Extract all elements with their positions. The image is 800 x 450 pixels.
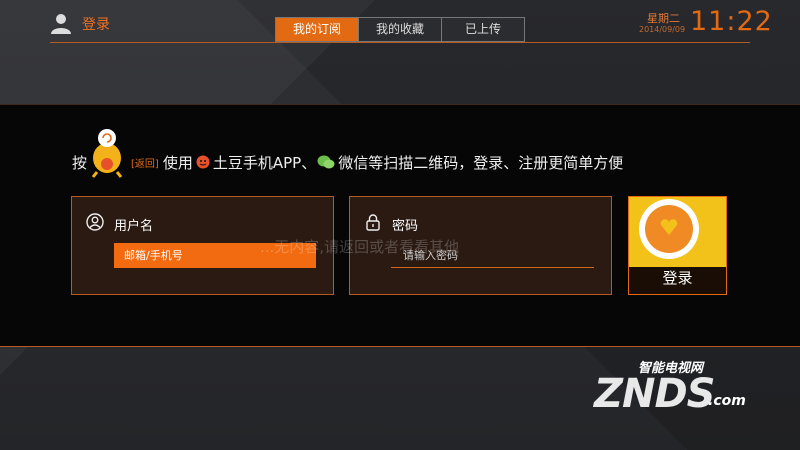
- tab-uploaded[interactable]: 已上传: [442, 18, 524, 41]
- wechat-icon: [317, 155, 335, 169]
- clock: 11:22: [690, 6, 773, 37]
- login-panel: 按 [返回] 使用 土豆手机APP、 微信等扫描二维码，登录、注册更简单方便 用…: [0, 104, 800, 347]
- top-bar: 登录 我的订阅 我的收藏 已上传 星期二 2014/09/09 11:22: [50, 6, 772, 42]
- tudou-icon: [196, 155, 210, 169]
- watermark-logo-text: ZNDS: [594, 371, 715, 417]
- username-label: 用户名: [114, 219, 154, 234]
- login-button-label: 登录: [662, 269, 693, 287]
- znds-watermark: 智能电视网 ZNDS .com: [590, 355, 760, 425]
- instruction-app: 土豆手机APP、: [212, 153, 317, 172]
- date-label: 2014/09/09: [639, 25, 686, 34]
- weekday-label: 星期二: [647, 12, 680, 25]
- login-instruction: 按 [返回] 使用 土豆手机APP、 微信等扫描二维码，登录、注册更简单方便: [72, 129, 624, 178]
- tab-my-subscriptions[interactable]: 我的订阅: [276, 18, 359, 41]
- user-icon[interactable]: [50, 12, 72, 34]
- instruction-use: 使用: [162, 153, 193, 172]
- lock-icon: [366, 214, 380, 231]
- person-outline-icon: [86, 213, 104, 231]
- watermark-domain: .com: [708, 393, 746, 409]
- instruction-prefix: 按: [72, 153, 88, 172]
- tudou-logo-icon: [629, 197, 726, 267]
- header-divider: [50, 42, 750, 43]
- instruction-rest: 微信等扫描二维码，登录、注册更简单方便: [338, 153, 624, 172]
- password-label: 密码: [392, 219, 419, 234]
- back-key-hint: [返回]: [131, 158, 159, 170]
- login-button[interactable]: 登录: [628, 196, 727, 295]
- tab-bar: 我的订阅 我的收藏 已上传: [275, 17, 525, 42]
- empty-content-hint: ...无内容,请返回或者看看其他: [260, 238, 460, 256]
- login-link[interactable]: 登录: [82, 14, 110, 34]
- mascot-icon: [91, 129, 123, 178]
- tab-my-favorites[interactable]: 我的收藏: [359, 18, 442, 41]
